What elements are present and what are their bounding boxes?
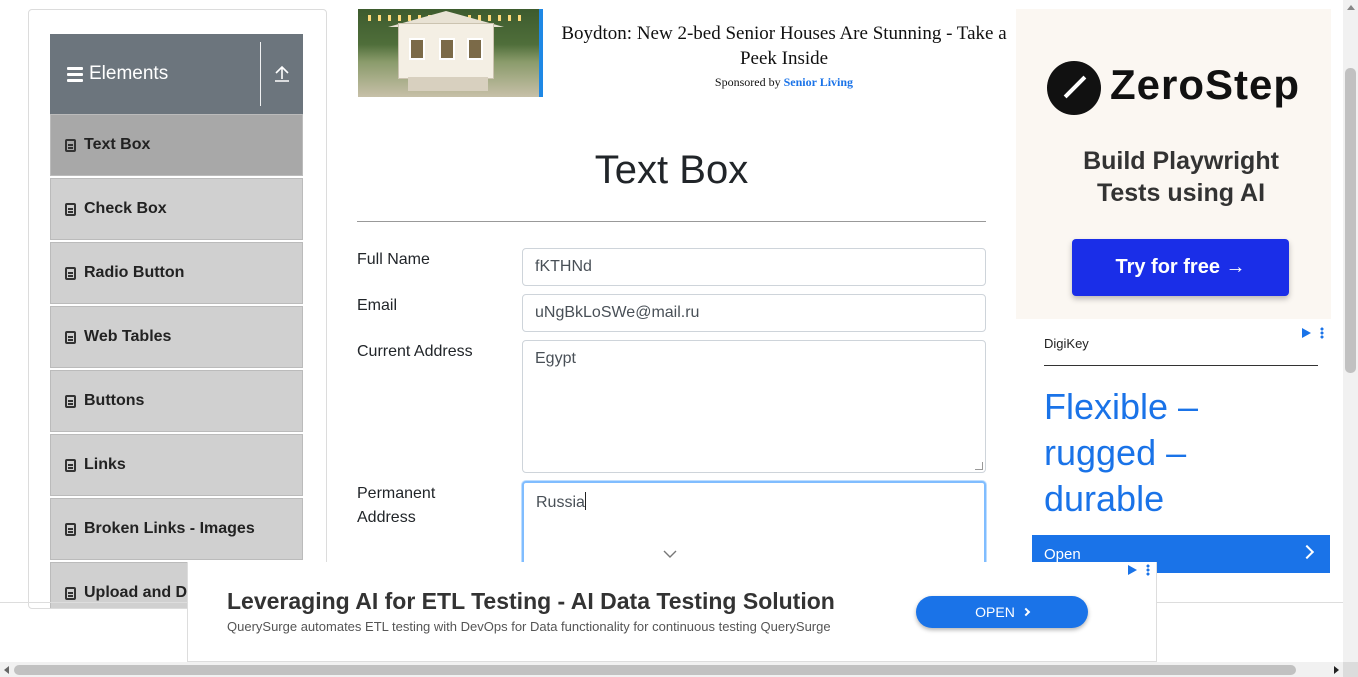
permanent-address-value: Russia — [536, 494, 585, 511]
headline-line3: durable — [1044, 478, 1165, 519]
open-label: OPEN — [975, 604, 1015, 620]
sidebar-menu: Text Box Check Box Radio Button Web Tabl… — [50, 114, 303, 608]
current-address-value: Egypt — [535, 350, 576, 367]
vertical-scroll-thumb[interactable] — [1345, 68, 1356, 373]
sponsor-prefix: Sponsored by — [714, 75, 781, 89]
ad-digikey[interactable]: DigiKey Flexible – rugged – durable Open — [1032, 324, 1330, 573]
digikey-headline: Flexible – rugged – durable — [1044, 384, 1314, 522]
current-address-label: Current Address — [357, 343, 473, 360]
full-name-field[interactable]: fKTHNd — [522, 248, 986, 286]
email-label: Email — [357, 297, 398, 314]
zerostep-tagline: Build Playwright Tests using AI — [1016, 145, 1346, 209]
chevron-right-icon — [1021, 607, 1031, 617]
try-for-free-button[interactable]: Try for free → — [1072, 239, 1289, 296]
email-field[interactable]: uNgBkLoSWe@mail.ru — [522, 294, 986, 332]
sidebar-item-broken-links[interactable]: Broken Links - Images — [50, 498, 303, 560]
digikey-watermark — [1129, 354, 1232, 379]
html5-icon — [65, 586, 76, 600]
left-panel: Elements Text Box Check Box Radio Button… — [28, 9, 327, 609]
sidebar-item-label: Web Tables — [84, 328, 172, 345]
house-window — [409, 38, 425, 60]
zerostep-brand: ZeroStep — [1110, 61, 1301, 108]
group-title: Elements — [89, 63, 169, 84]
sidebar-item-links[interactable]: Links — [50, 434, 303, 496]
chevron-right-icon — [1299, 544, 1315, 560]
html5-icon — [65, 202, 76, 216]
house-door — [439, 38, 455, 60]
scrollbar-corner — [1343, 662, 1358, 677]
house-steps — [408, 77, 488, 91]
collapse-up-icon[interactable] — [261, 65, 303, 83]
chevron-down-icon[interactable] — [663, 545, 677, 563]
sidebar-item-label: Radio Button — [84, 264, 185, 281]
scroll-up-arrow-icon[interactable] — [1347, 5, 1355, 10]
ad-banner-top[interactable]: Boydton: New 2-bed Senior Houses Are Stu… — [357, 9, 1017, 97]
sidebar-item-label: Broken Links - Images — [84, 520, 255, 537]
html5-icon — [65, 522, 76, 536]
permanent-label-line1: Permanent — [357, 485, 436, 502]
sidebar-item-check-box[interactable]: Check Box — [50, 178, 303, 240]
email-value: uNgBkLoSWe@mail.ru — [535, 304, 700, 321]
sidebar-item-buttons[interactable]: Buttons — [50, 370, 303, 432]
ad-top-headline[interactable]: Boydton: New 2-bed Senior Houses Are Stu… — [553, 21, 1015, 71]
sidebar-item-label: Upload and D — [84, 584, 188, 601]
querysurge-open-button[interactable]: OPEN — [916, 596, 1088, 628]
sidebar-item-text-box[interactable]: Text Box — [50, 114, 303, 176]
full-name-value: fKTHNd — [535, 258, 592, 275]
elements-group-header[interactable]: Elements — [50, 34, 303, 114]
sidebar-item-radio-button[interactable]: Radio Button — [50, 242, 303, 304]
html5-icon — [65, 138, 76, 152]
current-address-field[interactable]: Egypt — [522, 340, 986, 473]
html5-icon — [65, 394, 76, 408]
permanent-address-label: Permanent Address — [357, 482, 435, 530]
querysurge-body: QuerySurge automates ETL testing with De… — [227, 619, 831, 634]
horizontal-scroll-thumb[interactable] — [14, 665, 1296, 675]
sidebar-item-label: Buttons — [84, 392, 145, 409]
ad-menu-icon[interactable] — [1320, 327, 1324, 339]
tagline-line2: Tests using AI — [1096, 179, 1266, 207]
tagline-line1: Build Playwright — [1083, 147, 1279, 175]
sidebar-item-label: Text Box — [84, 136, 151, 153]
vertical-scrollbar[interactable] — [1343, 0, 1358, 662]
ad-zerostep[interactable]: ZeroStep Build Playwright Tests using AI… — [1016, 9, 1331, 319]
html5-icon — [65, 458, 76, 472]
title-divider — [357, 221, 986, 222]
ad-querysurge[interactable]: Leveraging AI for ETL Testing - AI Data … — [187, 562, 1157, 662]
html5-icon — [65, 330, 76, 344]
house-window — [467, 38, 483, 60]
horizontal-scrollbar[interactable] — [0, 662, 1343, 677]
digikey-divider — [1044, 365, 1318, 366]
sponsor-name[interactable]: Senior Living — [784, 75, 853, 89]
ad-house-image[interactable] — [358, 9, 543, 97]
open-label: Open — [1044, 545, 1081, 563]
page-title: Text Box — [594, 148, 749, 192]
page: Elements Text Box Check Box Radio Button… — [0, 0, 1358, 677]
querysurge-headline[interactable]: Leveraging AI for ETL Testing - AI Data … — [227, 588, 835, 615]
permanent-label-line2: Address — [357, 509, 416, 526]
full-name-label: Full Name — [357, 251, 430, 268]
text-caret — [584, 492, 586, 510]
resize-handle-icon[interactable] — [975, 462, 983, 470]
zerostep-logo-icon — [1047, 61, 1101, 115]
html5-icon — [65, 266, 76, 280]
digikey-brand: DigiKey — [1044, 336, 1089, 351]
header-divider — [260, 42, 261, 106]
adchoices-icon[interactable] — [1300, 327, 1312, 339]
house-shape — [398, 23, 494, 79]
sidebar-item-label: Check Box — [84, 200, 167, 217]
sidebar-item-label: Links — [84, 456, 126, 473]
permanent-address-field[interactable]: Russia — [522, 481, 986, 571]
scroll-right-arrow-icon[interactable] — [1334, 666, 1339, 674]
adchoices-icon[interactable] — [1126, 564, 1138, 576]
hamburger-icon — [67, 66, 83, 82]
sidebar-item-web-tables[interactable]: Web Tables — [50, 306, 303, 368]
scroll-left-arrow-icon[interactable] — [4, 666, 9, 674]
headline-line2: rugged – — [1044, 432, 1187, 473]
ad-menu-icon[interactable] — [1146, 564, 1150, 576]
headline-line1: Flexible – — [1044, 386, 1199, 427]
ad-top-sponsor: Sponsored by Senior Living — [553, 75, 1015, 90]
